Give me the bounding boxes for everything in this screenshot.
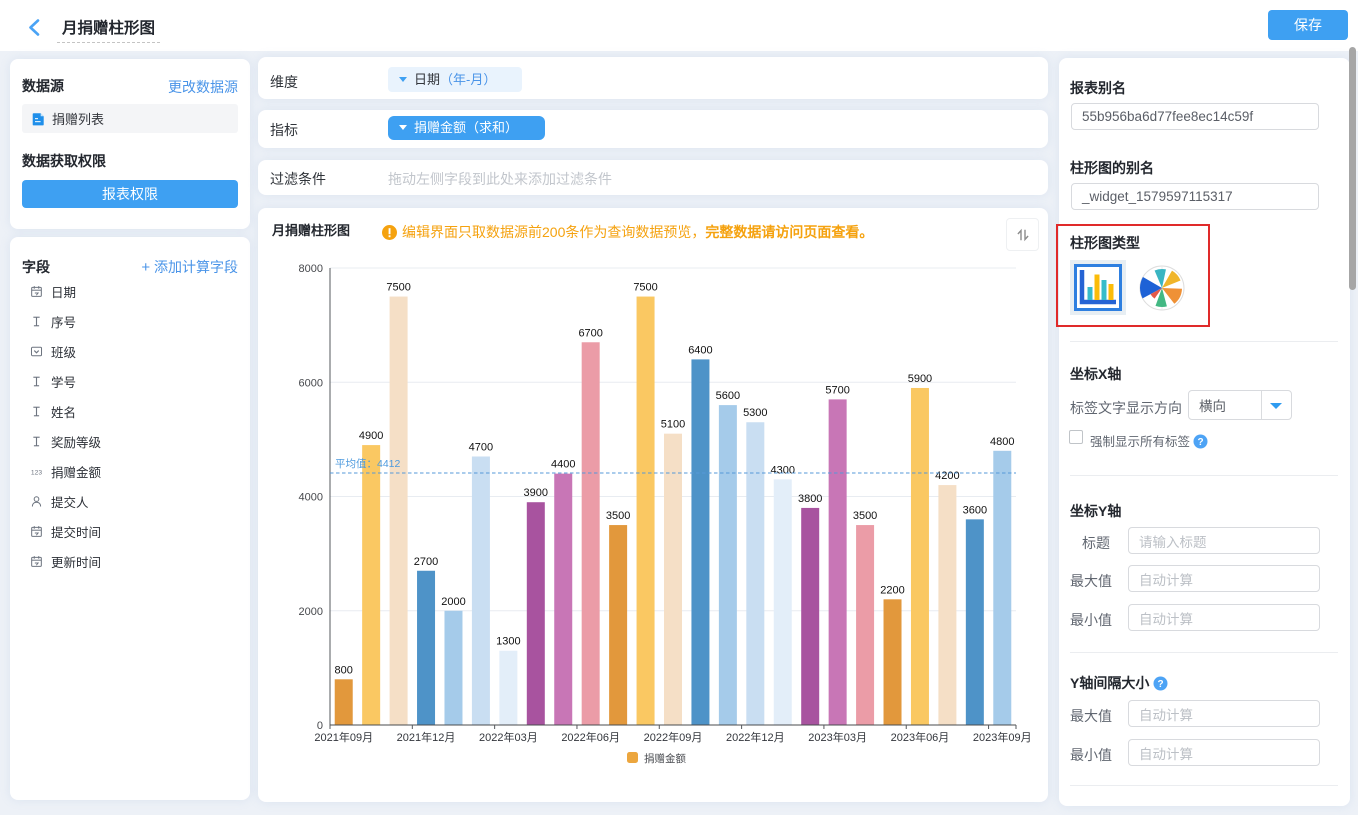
- svg-text:2000: 2000: [299, 606, 323, 618]
- svg-text:2022年03月: 2022年03月: [479, 730, 538, 744]
- svg-text:2022年12月: 2022年12月: [726, 730, 785, 744]
- svg-text:2021年09月: 2021年09月: [314, 730, 373, 744]
- svg-text:2023年09月: 2023年09月: [973, 730, 1032, 744]
- svg-text:?: ?: [1198, 437, 1204, 448]
- svg-text:2022年09月: 2022年09月: [644, 730, 703, 744]
- svg-text:2700: 2700: [414, 556, 438, 568]
- svg-text:6000: 6000: [299, 377, 323, 389]
- svg-text:5600: 5600: [716, 390, 740, 402]
- svg-text:5700: 5700: [825, 384, 849, 396]
- svg-text:4300: 4300: [771, 464, 795, 476]
- svg-text:4800: 4800: [990, 436, 1014, 448]
- svg-text:2000: 2000: [441, 596, 465, 608]
- svg-text:4000: 4000: [299, 492, 323, 504]
- svg-text:123: 123: [31, 469, 42, 476]
- svg-text:2022年06月: 2022年06月: [561, 730, 620, 744]
- svg-text:2023年03月: 2023年03月: [808, 730, 867, 744]
- svg-text:捐赠金额: 捐赠金额: [644, 752, 686, 765]
- svg-text:1300: 1300: [496, 636, 520, 648]
- svg-text:?: ?: [1158, 679, 1164, 690]
- svg-text:800: 800: [335, 664, 353, 676]
- svg-text:2023年06月: 2023年06月: [891, 730, 950, 744]
- svg-text:5900: 5900: [908, 373, 932, 385]
- svg-text:平均值：4412: 平均值：4412: [335, 457, 401, 470]
- svg-text:5100: 5100: [661, 419, 685, 431]
- svg-text:2200: 2200: [880, 584, 904, 596]
- svg-text:7500: 7500: [633, 282, 657, 294]
- svg-text:5300: 5300: [743, 407, 767, 419]
- svg-text:3500: 3500: [606, 510, 630, 522]
- svg-text:4400: 4400: [551, 459, 575, 471]
- svg-text:6400: 6400: [688, 344, 712, 356]
- svg-text:4200: 4200: [935, 470, 959, 482]
- svg-text:4700: 4700: [469, 442, 493, 454]
- svg-text:4900: 4900: [359, 430, 383, 442]
- svg-text:7500: 7500: [386, 282, 410, 294]
- svg-text:3900: 3900: [524, 487, 548, 499]
- svg-text:8000: 8000: [299, 263, 323, 275]
- svg-text:3600: 3600: [963, 504, 987, 516]
- svg-text:3800: 3800: [798, 493, 822, 505]
- svg-text:3500: 3500: [853, 510, 877, 522]
- svg-text:0: 0: [317, 720, 323, 732]
- svg-text:6700: 6700: [578, 327, 602, 339]
- svg-text:2021年12月: 2021年12月: [397, 730, 456, 744]
